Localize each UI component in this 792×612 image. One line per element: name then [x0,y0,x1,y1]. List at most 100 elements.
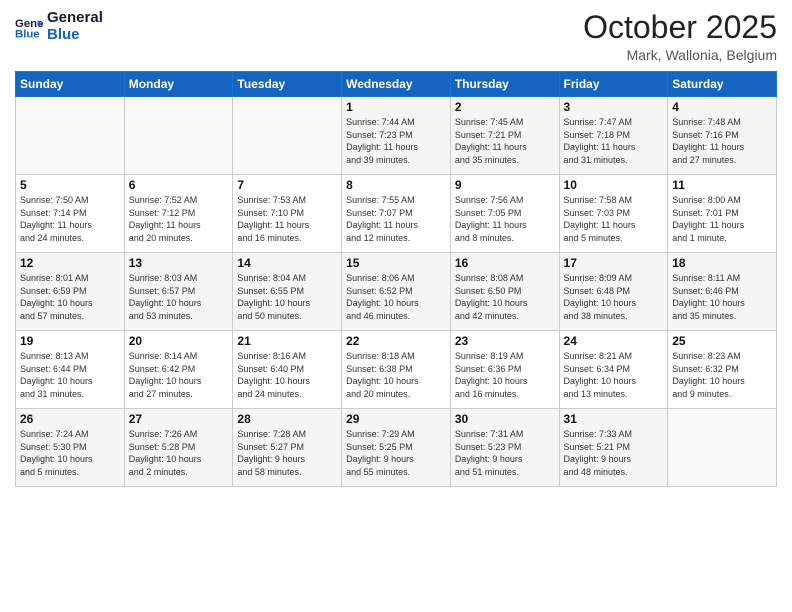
day-number: 15 [346,256,446,270]
header: General Blue General Blue October 2025 M… [15,10,777,63]
day-info: Sunrise: 8:01 AM Sunset: 6:59 PM Dayligh… [20,272,120,322]
day-info: Sunrise: 7:55 AM Sunset: 7:07 PM Dayligh… [346,194,446,244]
day-info: Sunrise: 8:19 AM Sunset: 6:36 PM Dayligh… [455,350,555,400]
month-title: October 2025 [583,10,777,45]
calendar-cell: 2Sunrise: 7:45 AM Sunset: 7:21 PM Daylig… [450,97,559,175]
day-number: 28 [237,412,337,426]
day-number: 16 [455,256,555,270]
day-info: Sunrise: 8:23 AM Sunset: 6:32 PM Dayligh… [672,350,772,400]
calendar-cell: 24 Sunrise: 8:21 AM Sunset: 6:34 PM Dayli… [559,331,668,409]
calendar-cell: 13Sunrise: 8:03 AM Sunset: 6:57 PM Dayli… [124,253,233,331]
calendar-week-row: 12 Sunrise: 8:01 AM Sunset: 6:59 PM Dayli… [16,253,777,331]
calendar-week-row: 1 Sunrise: 7:44 AM Sunset: 7:23 PM Daylig… [16,97,777,175]
day-info: Sunrise: 7:26 AM Sunset: 5:28 PM Dayligh… [129,428,229,478]
calendar-cell: 28 Sunrise: 7:28 AM Sunset: 5:27 PM Dayli… [233,409,342,487]
calendar-cell: 5Sunrise: 7:50 AM Sunset: 7:14 PM Daylig… [16,175,125,253]
day-number: 31 [564,412,664,426]
day-number: 12 [20,256,120,270]
day-info: Sunrise: 8:13 AM Sunset: 6:44 PM Dayligh… [20,350,120,400]
day-number: 9 [455,178,555,192]
day-info: Sunrise: 8:16 AM Sunset: 6:40 PM Dayligh… [237,350,337,400]
day-info: Sunrise: 7:28 AM Sunset: 5:27 PM Dayligh… [237,428,337,478]
header-sunday: Sunday [16,72,125,97]
day-number: 6 [129,178,229,192]
header-friday: Friday [559,72,668,97]
calendar-cell [16,97,125,175]
day-info: Sunrise: 7:29 AM Sunset: 5:25 PM Dayligh… [346,428,446,478]
calendar-cell [668,409,777,487]
day-number: 23 [455,334,555,348]
logo: General Blue General Blue [15,10,103,43]
calendar-cell [233,97,342,175]
page-container: General Blue General Blue October 2025 M… [0,0,792,492]
calendar-cell: 3 Sunrise: 7:47 AM Sunset: 7:18 PM Daylig… [559,97,668,175]
day-info: Sunrise: 7:52 AM Sunset: 7:12 PM Dayligh… [129,194,229,244]
day-number: 19 [20,334,120,348]
calendar-week-row: 5Sunrise: 7:50 AM Sunset: 7:14 PM Daylig… [16,175,777,253]
day-info: Sunrise: 7:50 AM Sunset: 7:14 PM Dayligh… [20,194,120,244]
day-number: 18 [672,256,772,270]
calendar-cell: 26Sunrise: 7:24 AM Sunset: 5:30 PM Dayli… [16,409,125,487]
day-info: Sunrise: 8:00 AM Sunset: 7:01 PM Dayligh… [672,194,772,244]
day-number: 4 [672,100,772,114]
calendar-cell: 11 Sunrise: 8:00 AM Sunset: 7:01 PM Dayli… [668,175,777,253]
calendar-cell: 9Sunrise: 7:56 AM Sunset: 7:05 PM Daylig… [450,175,559,253]
logo-line2: Blue [47,27,103,44]
day-info: Sunrise: 8:06 AM Sunset: 6:52 PM Dayligh… [346,272,446,322]
day-number: 1 [346,100,446,114]
calendar-cell: 25 Sunrise: 8:23 AM Sunset: 6:32 PM Dayli… [668,331,777,409]
day-info: Sunrise: 7:45 AM Sunset: 7:21 PM Dayligh… [455,116,555,166]
day-info: Sunrise: 8:11 AM Sunset: 6:46 PM Dayligh… [672,272,772,322]
day-number: 7 [237,178,337,192]
calendar-cell: 14 Sunrise: 8:04 AM Sunset: 6:55 PM Dayli… [233,253,342,331]
calendar-cell: 27 Sunrise: 7:26 AM Sunset: 5:28 PM Dayli… [124,409,233,487]
calendar-cell: 4 Sunrise: 7:48 AM Sunset: 7:16 PM Daylig… [668,97,777,175]
calendar-table: SundayMondayTuesdayWednesdayThursdayFrid… [15,71,777,487]
day-number: 30 [455,412,555,426]
day-info: Sunrise: 7:31 AM Sunset: 5:23 PM Dayligh… [455,428,555,478]
day-number: 25 [672,334,772,348]
day-info: Sunrise: 8:14 AM Sunset: 6:42 PM Dayligh… [129,350,229,400]
day-info: Sunrise: 8:09 AM Sunset: 6:48 PM Dayligh… [564,272,664,322]
day-info: Sunrise: 7:48 AM Sunset: 7:16 PM Dayligh… [672,116,772,166]
day-info: Sunrise: 7:58 AM Sunset: 7:03 PM Dayligh… [564,194,664,244]
day-number: 27 [129,412,229,426]
day-number: 10 [564,178,664,192]
calendar-cell: 20 Sunrise: 8:14 AM Sunset: 6:42 PM Dayli… [124,331,233,409]
day-number: 14 [237,256,337,270]
calendar-cell: 30 Sunrise: 7:31 AM Sunset: 5:23 PM Dayli… [450,409,559,487]
day-info: Sunrise: 8:21 AM Sunset: 6:34 PM Dayligh… [564,350,664,400]
day-number: 3 [564,100,664,114]
header-monday: Monday [124,72,233,97]
calendar-cell: 8 Sunrise: 7:55 AM Sunset: 7:07 PM Daylig… [342,175,451,253]
calendar-cell: 23 Sunrise: 8:19 AM Sunset: 6:36 PM Dayli… [450,331,559,409]
day-number: 21 [237,334,337,348]
calendar-cell [124,97,233,175]
calendar-cell: 21 Sunrise: 8:16 AM Sunset: 6:40 PM Dayli… [233,331,342,409]
day-number: 11 [672,178,772,192]
calendar-cell: 31 Sunrise: 7:33 AM Sunset: 5:21 PM Dayli… [559,409,668,487]
day-info: Sunrise: 8:04 AM Sunset: 6:55 PM Dayligh… [237,272,337,322]
day-number: 29 [346,412,446,426]
calendar-cell: 16Sunrise: 8:08 AM Sunset: 6:50 PM Dayli… [450,253,559,331]
day-info: Sunrise: 7:44 AM Sunset: 7:23 PM Dayligh… [346,116,446,166]
calendar-week-row: 19 Sunrise: 8:13 AM Sunset: 6:44 PM Dayli… [16,331,777,409]
header-tuesday: Tuesday [233,72,342,97]
day-number: 20 [129,334,229,348]
day-number: 8 [346,178,446,192]
calendar-cell: 15 Sunrise: 8:06 AM Sunset: 6:52 PM Dayli… [342,253,451,331]
logo-line1: General [47,10,103,27]
svg-text:Blue: Blue [15,28,40,40]
day-info: Sunrise: 7:47 AM Sunset: 7:18 PM Dayligh… [564,116,664,166]
day-number: 24 [564,334,664,348]
day-info: Sunrise: 7:33 AM Sunset: 5:21 PM Dayligh… [564,428,664,478]
day-info: Sunrise: 7:24 AM Sunset: 5:30 PM Dayligh… [20,428,120,478]
calendar-header-row: SundayMondayTuesdayWednesdayThursdayFrid… [16,72,777,97]
title-block: October 2025 Mark, Wallonia, Belgium [583,10,777,63]
calendar-cell: 22Sunrise: 8:18 AM Sunset: 6:38 PM Dayli… [342,331,451,409]
header-thursday: Thursday [450,72,559,97]
header-wednesday: Wednesday [342,72,451,97]
calendar-cell: 18 Sunrise: 8:11 AM Sunset: 6:46 PM Dayli… [668,253,777,331]
calendar-cell: 6 Sunrise: 7:52 AM Sunset: 7:12 PM Daylig… [124,175,233,253]
calendar-week-row: 26Sunrise: 7:24 AM Sunset: 5:30 PM Dayli… [16,409,777,487]
